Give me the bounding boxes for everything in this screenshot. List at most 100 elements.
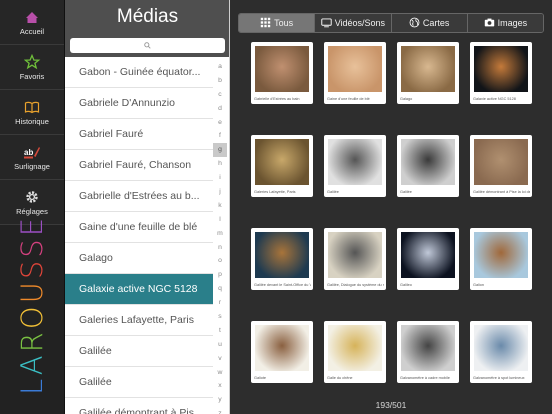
thumbnail-image <box>474 139 528 185</box>
index-letter-g[interactable]: g <box>213 143 227 158</box>
media-thumbnail[interactable]: Galilée <box>324 135 386 197</box>
media-thumbnail[interactable]: Galle du chêne <box>324 321 386 383</box>
index-letter-t[interactable]: t <box>213 324 227 338</box>
index-letter-i[interactable]: i <box>213 171 227 185</box>
list-item[interactable]: Galilée démontrant à Pis... <box>65 398 213 414</box>
index-letter-b[interactable]: b <box>213 74 227 88</box>
media-list: Gabon - Guinée équator... Gabriele D'Annu… <box>65 57 213 414</box>
list-item[interactable]: Galilée <box>65 336 213 367</box>
index-letter-x[interactable]: x <box>213 379 227 393</box>
media-thumbnail[interactable]: Galvanomètre à cadre mobile <box>397 321 459 383</box>
index-letter-h[interactable]: h <box>213 157 227 171</box>
camera-icon <box>484 17 495 30</box>
media-thumbnail[interactable]: Galion <box>470 228 532 290</box>
index-letter-f[interactable]: f <box>213 129 227 143</box>
thumbnail-image <box>401 139 455 185</box>
media-thumbnail[interactable]: Galilée <box>397 135 459 197</box>
index-letter-e[interactable]: e <box>213 116 227 130</box>
index-letter-z[interactable]: z <box>213 407 227 414</box>
list-item[interactable]: Galeries Lafayette, Paris <box>65 305 213 336</box>
thumbnail-image <box>401 325 455 371</box>
list-item[interactable]: Galago <box>65 243 213 274</box>
nav-item-label: Surlignage <box>14 161 50 171</box>
media-counter: 193/501 <box>375 400 407 410</box>
list-item[interactable]: Galilée <box>65 367 213 398</box>
thumbnail-image <box>255 139 309 185</box>
panel-header: Médias <box>65 0 229 57</box>
nav-item-accueil[interactable]: Accueil <box>0 0 64 45</box>
thumbnail-caption: Galilée <box>400 190 412 194</box>
index-letter-q[interactable]: q <box>213 282 227 296</box>
index-letter-d[interactable]: d <box>213 102 227 116</box>
search-input[interactable] <box>70 38 225 53</box>
list-item[interactable]: Gabrielle d'Estrées au b... <box>65 181 213 212</box>
alphabet-index: abcdefghijklmnopqrstuvwxyz <box>213 60 227 414</box>
thumbnail-image <box>328 46 382 92</box>
index-letter-o[interactable]: o <box>213 254 227 268</box>
tab-images[interactable]: Images <box>466 14 543 32</box>
page-title: Médias <box>116 6 179 27</box>
thumbnail-caption: Gaine d'une feuille de blé <box>327 97 370 101</box>
tab-vidossons[interactable]: Vidéos/Sons <box>314 14 391 32</box>
thumbnail-image <box>474 46 528 92</box>
media-thumbnail[interactable]: Gabrielle d'Estrées au bain <box>251 42 313 104</box>
media-thumbnail[interactable]: Galilée démontrant à Pise la loi de la c… <box>470 135 532 197</box>
index-letter-p[interactable]: p <box>213 268 227 282</box>
thumbnail-image <box>328 325 382 371</box>
thumbnail-image <box>255 232 309 278</box>
list-item[interactable]: Gabriel Fauré <box>65 119 213 150</box>
thumbnail-caption: Galeries Lafayette, Paris <box>254 190 296 194</box>
nav-item-label: Historique <box>15 116 49 126</box>
index-letter-l[interactable]: l <box>213 213 227 227</box>
media-thumbnail[interactable]: Galiote <box>251 321 313 383</box>
index-letter-k[interactable]: k <box>213 199 227 213</box>
media-thumbnail[interactable]: Galvanomètre à spot lumineux <box>470 321 532 383</box>
index-letter-r[interactable]: r <box>213 296 227 310</box>
tab-cartes[interactable]: Cartes <box>390 14 467 32</box>
index-letter-y[interactable]: y <box>213 393 227 407</box>
tab-label: Tous <box>274 18 294 28</box>
highlighter-icon: ab <box>23 144 41 160</box>
index-letter-w[interactable]: w <box>213 366 227 380</box>
thumbnail-image <box>328 139 382 185</box>
index-letter-v[interactable]: v <box>213 352 227 366</box>
index-letter-n[interactable]: n <box>213 241 227 255</box>
media-thumbnail[interactable]: Galileo <box>397 228 459 290</box>
list-item[interactable]: Galaxie active NGC 5128 <box>65 274 213 305</box>
media-thumbnail[interactable]: Galilée, Dialogue du système du monde <box>324 228 386 290</box>
list-item[interactable]: Gabriele D'Annunzio <box>65 88 213 119</box>
thumbnail-caption: Galilée <box>327 190 339 194</box>
list-item[interactable]: Gabon - Guinée équator... <box>65 57 213 88</box>
thumbnail-caption: Galilée, Dialogue du système du monde <box>327 283 384 287</box>
thumbnail-caption: Galago <box>400 97 413 101</box>
index-letter-j[interactable]: j <box>213 185 227 199</box>
index-letter-a[interactable]: a <box>213 60 227 74</box>
index-letter-s[interactable]: s <box>213 310 227 324</box>
tab-tous[interactable]: Tous <box>239 14 315 32</box>
index-letter-m[interactable]: m <box>213 227 227 241</box>
media-thumbnail[interactable]: Galeries Lafayette, Paris <box>251 135 313 197</box>
thumbnail-caption: Galilée démontrant à Pise la loi de la c… <box>473 190 530 194</box>
thumbnail-caption: Galion <box>473 283 484 287</box>
nav-item-surlignage[interactable]: ab Surlignage <box>0 135 64 180</box>
thumbnail-caption: Galileo <box>400 283 412 287</box>
nav-item-favoris[interactable]: Favoris <box>0 45 64 90</box>
thumbnail-image <box>255 46 309 92</box>
media-thumbnail[interactable]: Galaxie active NGC 5128 <box>470 42 532 104</box>
home-icon <box>24 9 41 25</box>
nav-item-label: Accueil <box>19 26 45 36</box>
index-letter-u[interactable]: u <box>213 338 227 352</box>
thumbnail-image <box>474 325 528 371</box>
thumbnail-image <box>255 325 309 371</box>
media-thumbnail[interactable]: Galilée devant le Saint-Office du Vatica… <box>251 228 313 290</box>
thumbnail-caption: Galvanomètre à spot lumineux <box>473 376 525 380</box>
index-letter-c[interactable]: c <box>213 88 227 102</box>
media-thumbnail[interactable]: Galago <box>397 42 459 104</box>
media-grid-area: Tous Vidéos/Sons Cartes Images Gabrielle d'… <box>230 0 552 414</box>
media-thumbnail[interactable]: Gaine d'une feuille de blé <box>324 42 386 104</box>
list-item[interactable]: Gaine d'une feuille de blé <box>65 212 213 243</box>
list-item[interactable]: Gabriel Fauré, Chanson <box>65 150 213 181</box>
nav-item-historique[interactable]: Historique <box>0 90 64 135</box>
thumbnail-image <box>401 232 455 278</box>
nav-item-label: Favoris <box>19 71 45 81</box>
